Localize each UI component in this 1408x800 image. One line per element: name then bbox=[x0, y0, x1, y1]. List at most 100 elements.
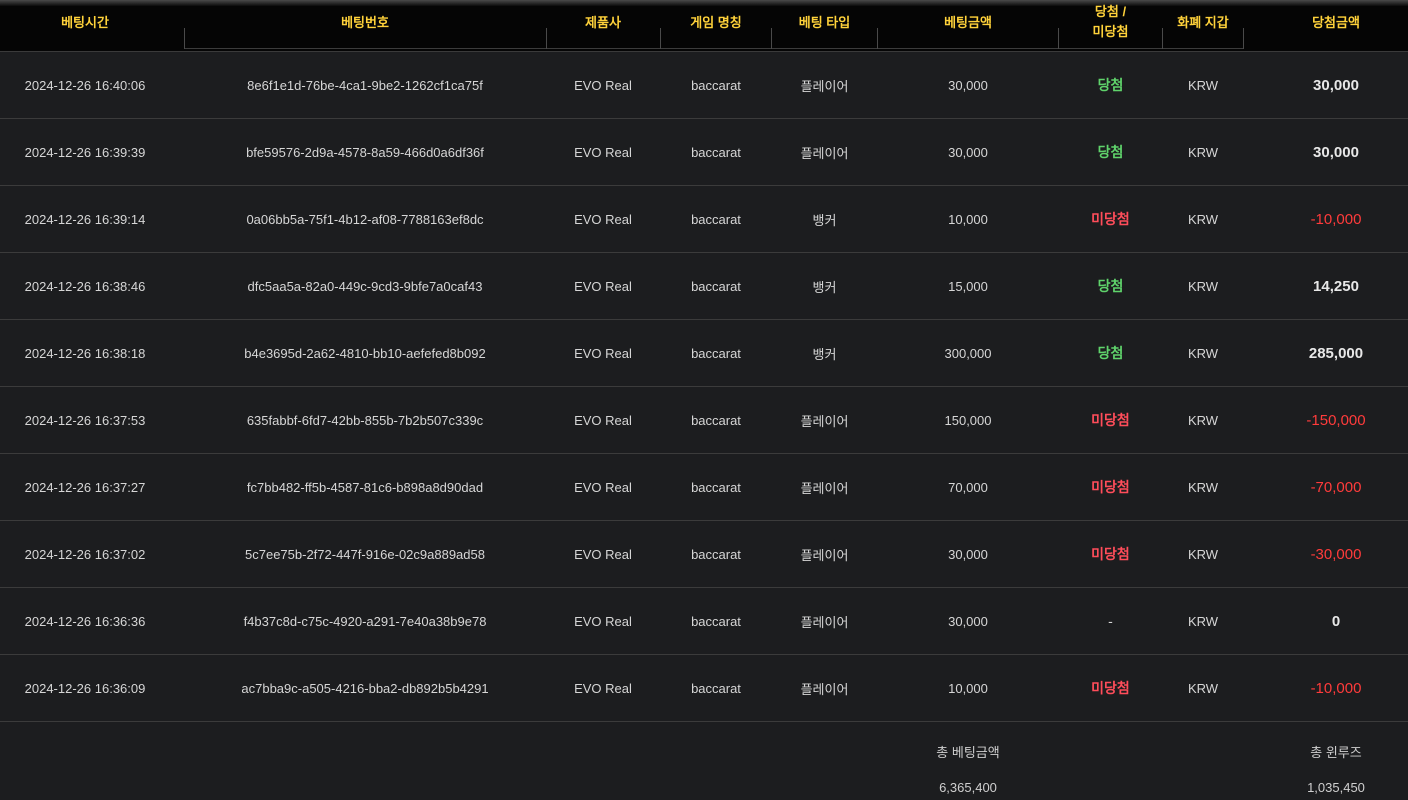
provider: EVO Real bbox=[574, 77, 632, 93]
result-status: 미당첨 bbox=[1091, 211, 1130, 227]
column-header-bet-amount-label: 베팅금액 bbox=[944, 15, 992, 30]
column-header-time[interactable]: 베팅시간 bbox=[0, 6, 170, 51]
column-divider bbox=[1058, 28, 1059, 49]
table-row[interactable]: 2024-12-26 16:39:14 0a06bb5a-75f1-4b12-a… bbox=[0, 186, 1408, 253]
currency: KRW bbox=[1187, 546, 1219, 562]
bet-id: 635fabbf-6fd7-42bb-855b-7b2b507c339c bbox=[246, 412, 484, 428]
table-row[interactable]: 2024-12-26 16:36:36 f4b37c8d-c75c-4920-a… bbox=[0, 588, 1408, 655]
table-row[interactable]: 2024-12-26 16:37:02 5c7ee75b-2f72-447f-9… bbox=[0, 521, 1408, 588]
bet-id: fc7bb482-ff5b-4587-81c6-b898a8d90dad bbox=[246, 479, 484, 495]
provider: EVO Real bbox=[574, 345, 632, 361]
provider: EVO Real bbox=[574, 211, 632, 227]
column-divider bbox=[771, 28, 772, 49]
column-header-bet-id[interactable]: 베팅번호 bbox=[185, 6, 545, 51]
game-name: baccarat bbox=[691, 546, 741, 562]
bet-amount: 10,000 bbox=[948, 211, 988, 227]
bet-amount: 30,000 bbox=[948, 613, 988, 629]
currency: KRW bbox=[1187, 211, 1219, 227]
bet-time: 2024-12-26 16:39:14 bbox=[24, 211, 146, 227]
provider: EVO Real bbox=[574, 680, 632, 696]
bet-time: 2024-12-26 16:40:06 bbox=[24, 77, 146, 93]
total-winloss-value: 1,035,450 bbox=[1307, 780, 1365, 795]
column-header-bet-type-label: 베팅 타입 bbox=[798, 15, 851, 30]
column-header-result[interactable]: 당첨 / 미당첨 bbox=[1059, 4, 1162, 51]
column-divider bbox=[184, 28, 185, 49]
column-header-win-amount-label: 당첨금액 bbox=[1312, 15, 1360, 30]
win-amount: 285,000 bbox=[1308, 344, 1364, 362]
bet-history-table-body: 2024-12-26 16:40:06 8e6f1e1d-76be-4ca1-9… bbox=[0, 52, 1408, 722]
bet-time: 2024-12-26 16:38:46 bbox=[24, 278, 146, 294]
bet-id: ac7bba9c-a505-4216-bba2-db892b5b4291 bbox=[241, 680, 489, 696]
provider: EVO Real bbox=[574, 479, 632, 495]
provider: EVO Real bbox=[574, 613, 632, 629]
bet-time: 2024-12-26 16:36:09 bbox=[24, 680, 146, 696]
bet-type: 플레이어 bbox=[800, 78, 849, 94]
column-header-result-label: 당첨 / 미당첨 bbox=[1093, 2, 1129, 42]
bet-time: 2024-12-26 16:38:18 bbox=[24, 345, 146, 361]
game-name: baccarat bbox=[691, 479, 741, 495]
provider: EVO Real bbox=[574, 412, 632, 428]
column-header-game[interactable]: 게임 명칭 bbox=[661, 6, 771, 51]
game-name: baccarat bbox=[691, 211, 741, 227]
win-amount: -10,000 bbox=[1310, 679, 1362, 697]
result-status: 미당첨 bbox=[1091, 479, 1130, 495]
table-row[interactable]: 2024-12-26 16:37:53 635fabbf-6fd7-42bb-8… bbox=[0, 387, 1408, 454]
win-amount: 30,000 bbox=[1313, 143, 1359, 161]
bet-time: 2024-12-26 16:37:53 bbox=[24, 412, 146, 428]
result-status: - bbox=[1108, 613, 1113, 629]
table-row[interactable]: 2024-12-26 16:40:06 8e6f1e1d-76be-4ca1-9… bbox=[0, 52, 1408, 119]
bet-amount: 15,000 bbox=[948, 278, 988, 294]
column-header-provider-label: 제품사 bbox=[585, 15, 621, 30]
column-divider bbox=[877, 28, 878, 49]
bet-time: 2024-12-26 16:37:02 bbox=[24, 546, 146, 562]
table-row[interactable]: 2024-12-26 16:37:27 fc7bb482-ff5b-4587-8… bbox=[0, 454, 1408, 521]
column-header-provider[interactable]: 제품사 bbox=[547, 6, 659, 51]
result-status: 미당첨 bbox=[1091, 680, 1130, 696]
bet-amount: 30,000 bbox=[948, 144, 988, 160]
bet-amount: 150,000 bbox=[944, 412, 992, 428]
bet-type: 플레이어 bbox=[800, 145, 849, 161]
game-name: baccarat bbox=[691, 77, 741, 93]
bet-amount: 30,000 bbox=[948, 77, 988, 93]
bet-type: 플레이어 bbox=[800, 480, 849, 496]
currency: KRW bbox=[1187, 77, 1219, 93]
win-amount: 0 bbox=[1331, 612, 1341, 630]
column-header-win-amount[interactable]: 당첨금액 bbox=[1244, 6, 1408, 51]
game-name: baccarat bbox=[691, 144, 741, 160]
bet-id: b4e3695d-2a62-4810-bb10-aefefed8b092 bbox=[244, 345, 486, 361]
provider: EVO Real bbox=[574, 546, 632, 562]
bet-time: 2024-12-26 16:37:27 bbox=[24, 479, 146, 495]
bet-id: dfc5aa5a-82a0-449c-9cd3-9bfe7a0caf43 bbox=[247, 278, 483, 294]
game-name: baccarat bbox=[691, 278, 741, 294]
column-header-bet-amount[interactable]: 베팅금액 bbox=[878, 6, 1058, 51]
currency: KRW bbox=[1187, 412, 1219, 428]
result-status: 당첨 bbox=[1097, 144, 1124, 160]
column-header-bet-type[interactable]: 베팅 타입 bbox=[772, 6, 877, 51]
result-status: 당첨 bbox=[1097, 278, 1124, 294]
column-header-bet-id-label: 베팅번호 bbox=[341, 15, 389, 30]
bet-type: 뱅커 bbox=[812, 212, 837, 228]
provider: EVO Real bbox=[574, 144, 632, 160]
result-status: 당첨 bbox=[1097, 345, 1124, 361]
result-status: 당첨 bbox=[1097, 77, 1124, 93]
bet-type: 뱅커 bbox=[812, 279, 837, 295]
column-divider bbox=[1162, 28, 1163, 49]
column-divider bbox=[546, 28, 547, 49]
column-header-currency[interactable]: 화폐 지갑 bbox=[1163, 6, 1243, 51]
column-header-result-line2: 미당첨 bbox=[1092, 24, 1129, 39]
bet-time: 2024-12-26 16:39:39 bbox=[24, 144, 146, 160]
total-winloss-label: 총 윈루즈 bbox=[1310, 745, 1362, 760]
table-row[interactable]: 2024-12-26 16:39:39 bfe59576-2d9a-4578-8… bbox=[0, 119, 1408, 186]
bet-type: 플레이어 bbox=[800, 614, 849, 630]
game-name: baccarat bbox=[691, 412, 741, 428]
column-divider bbox=[660, 28, 661, 49]
table-row[interactable]: 2024-12-26 16:36:09 ac7bba9c-a505-4216-b… bbox=[0, 655, 1408, 722]
table-row[interactable]: 2024-12-26 16:38:18 b4e3695d-2a62-4810-b… bbox=[0, 320, 1408, 387]
bet-id: bfe59576-2d9a-4578-8a59-466d0a6df36f bbox=[246, 144, 484, 160]
game-name: baccarat bbox=[691, 345, 741, 361]
table-row[interactable]: 2024-12-26 16:38:46 dfc5aa5a-82a0-449c-9… bbox=[0, 253, 1408, 320]
win-amount: -10,000 bbox=[1310, 210, 1362, 228]
bet-type: 플레이어 bbox=[800, 547, 849, 563]
bet-amount: 10,000 bbox=[948, 680, 988, 696]
column-divider bbox=[1243, 28, 1244, 49]
